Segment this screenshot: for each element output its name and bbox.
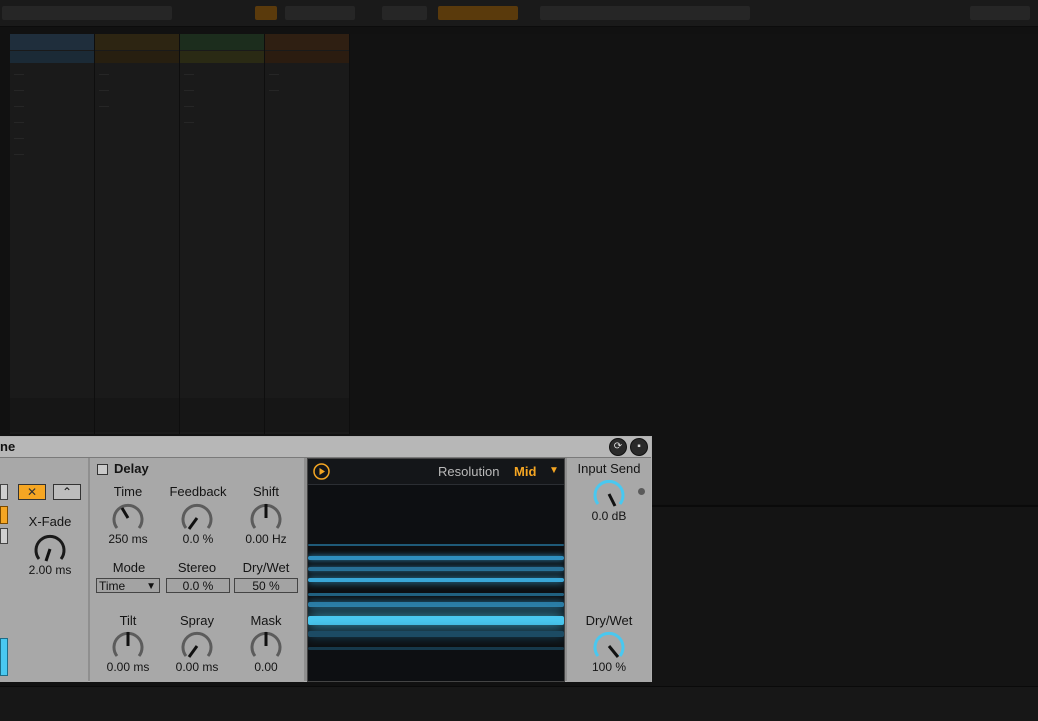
track-2 — [95, 34, 180, 434]
mode-select[interactable]: Time ▼ — [96, 578, 160, 593]
delay-panel: Delay Time 250 ms Feedback 0.0 % Shift 0… — [90, 458, 304, 682]
delay-drywet-field[interactable]: 50 % — [234, 578, 298, 593]
time-knob[interactable] — [110, 500, 146, 536]
spectrum-band — [308, 567, 564, 571]
save-icon[interactable]: ▪ — [630, 438, 648, 456]
spectral-time-device: ne ⟳ ▪ ✕ ⌃ X-Fade 2.00 ms Delay Time 250… — [0, 436, 652, 682]
mixer-strip-2 — [95, 398, 179, 432]
feedback-value: 0.0 % — [182, 532, 214, 546]
delay-label: Delay — [114, 461, 149, 476]
chevron-down-icon: ▼ — [146, 581, 156, 592]
resolution-value[interactable]: Mid — [514, 464, 536, 479]
delay-drywet-label: Dry/Wet — [242, 560, 290, 575]
xfade-value: 2.00 ms — [28, 563, 72, 577]
stereo-field[interactable]: 0.0 % — [166, 578, 230, 593]
shift-value: 0.00 Hz — [245, 532, 287, 546]
spectrum-band — [308, 556, 564, 560]
time-label: Time — [113, 484, 143, 499]
delay-toggle[interactable] — [97, 464, 108, 475]
input-send-knob[interactable] — [591, 476, 627, 512]
chevron-down-icon[interactable]: ▼ — [549, 465, 559, 476]
spectrum-band — [308, 578, 564, 582]
status-bar — [0, 686, 1038, 721]
transport-bar — [0, 0, 1038, 27]
shift-knob[interactable] — [248, 500, 284, 536]
spectrum-band — [308, 616, 564, 625]
xfade-knob[interactable] — [32, 531, 68, 567]
main-drywet-knob[interactable] — [591, 628, 627, 664]
stereo-label: Stereo — [177, 560, 217, 575]
freezer-panel: ✕ ⌃ X-Fade 2.00 ms — [0, 458, 88, 682]
spectrum-band — [308, 631, 564, 637]
spray-value: 0.00 ms — [175, 660, 219, 674]
resolution-label: Resolution — [438, 464, 500, 479]
hot-swap-icon[interactable]: ⟳ — [609, 438, 627, 456]
main-drywet-value: 100 % — [591, 660, 627, 674]
mask-value: 0.00 — [254, 660, 278, 674]
time-value: 250 ms — [108, 532, 148, 546]
feedback-knob[interactable] — [179, 500, 215, 536]
spray-knob[interactable] — [179, 628, 215, 664]
spectral-display: Resolution Mid ▼ — [307, 458, 565, 682]
device-title-bar: ne ⟳ ▪ — [0, 437, 651, 458]
tilt-value: 0.00 ms — [106, 660, 150, 674]
track-1 — [10, 34, 95, 434]
detail-view-area — [650, 505, 1038, 687]
input-send-led — [638, 488, 645, 495]
main-drywet-label: Dry/Wet — [585, 613, 633, 628]
device-title: ne — [0, 439, 16, 454]
freezer-active-button[interactable] — [0, 506, 8, 524]
xfade-curve-button[interactable]: ⌃ — [53, 484, 81, 500]
freeze-button[interactable] — [0, 638, 8, 676]
xfade-linear-button[interactable]: ✕ — [18, 484, 46, 500]
input-send-label: Input Send — [577, 461, 641, 476]
mask-label: Mask — [250, 613, 282, 628]
mask-knob[interactable] — [248, 628, 284, 664]
play-icon[interactable] — [313, 463, 330, 480]
track-3 — [180, 34, 265, 434]
mixer-strip-3 — [180, 398, 264, 432]
xfade-label: X-Fade — [28, 514, 72, 529]
display-header: Resolution Mid ▼ — [308, 459, 564, 485]
shift-label: Shift — [252, 484, 279, 499]
tilt-label: Tilt — [119, 613, 137, 628]
mode-label: Mode — [112, 560, 146, 575]
spectrum-band — [308, 593, 564, 596]
freezer-option-button[interactable] — [0, 528, 8, 544]
session-empty-area — [350, 34, 1038, 504]
spectrum-band — [308, 544, 564, 546]
feedback-label: Feedback — [169, 484, 227, 499]
spectrum-band — [308, 647, 564, 650]
mixer-strip-1 — [10, 398, 94, 432]
freezer-mode-button[interactable] — [0, 484, 8, 500]
output-panel: Input Send 0.0 dB Dry/Wet 100 % — [567, 458, 651, 682]
spectrum-band — [308, 602, 564, 607]
spray-label: Spray — [180, 613, 214, 628]
mixer-strip-4 — [265, 398, 349, 432]
track-4 — [265, 34, 350, 434]
input-send-value: 0.0 dB — [591, 509, 627, 523]
tilt-knob[interactable] — [110, 628, 146, 664]
mode-value: Time — [99, 579, 126, 593]
